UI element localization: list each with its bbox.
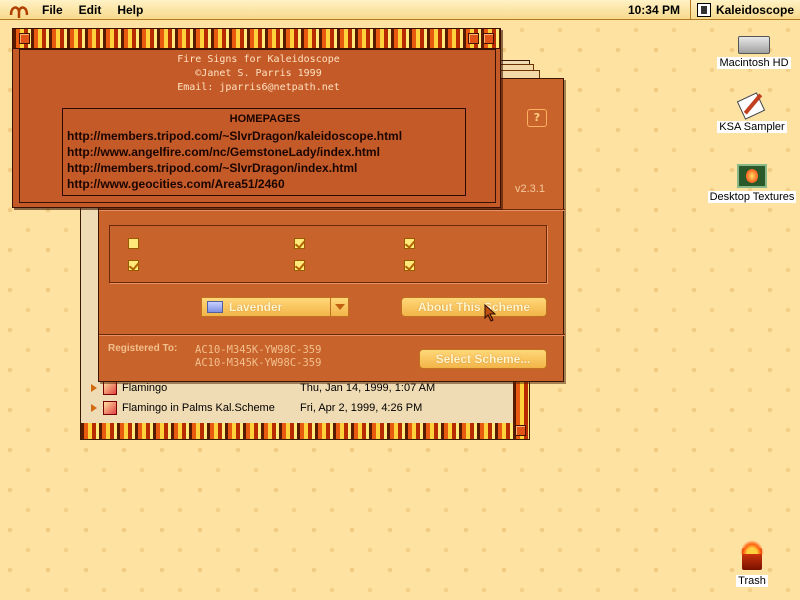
kaleidoscope-app-icon	[696, 2, 711, 17]
scheme-file-icon	[103, 401, 117, 415]
application-menu[interactable]: Kaleidoscope	[691, 2, 800, 17]
credit-line: Fire Signs for Kaleidoscope	[177, 54, 340, 65]
option-checkbox[interactable]	[404, 238, 415, 249]
homepage-link[interactable]: http://www.angelfire.com/nc/GemstoneLady…	[67, 145, 380, 159]
ksa-sampler-icon	[737, 90, 767, 118]
divider	[99, 209, 565, 210]
file-name: Flamingo in Palms Kal.Scheme	[122, 402, 275, 414]
credit-line: Email: jparris6@netpath.net	[177, 82, 340, 93]
select-scheme-button[interactable]: Select Scheme...	[419, 349, 547, 369]
about-content: Fire Signs for Kaleidoscope ©Janet S. Pa…	[19, 49, 496, 203]
about-title-bar[interactable]	[13, 29, 500, 49]
menu-bar: File Edit Help 10:34 PM Kaleidoscope	[0, 0, 800, 20]
homepage-link[interactable]: http://members.tripod.com/~SlvrDragon/in…	[67, 161, 357, 175]
scheme-popup-label: Lavender	[229, 300, 283, 314]
grow-box-icon[interactable]	[515, 425, 526, 436]
flaming-trash-icon	[738, 540, 766, 572]
registration-code: AC10-M345K-YW98C-359	[195, 344, 322, 356]
aries-apple-icon[interactable]	[8, 1, 30, 19]
disclosure-triangle-icon[interactable]	[91, 384, 97, 392]
file-name: Flamingo	[122, 382, 168, 394]
desktop-icon-ksa-sampler[interactable]: KSA Sampler	[714, 90, 790, 133]
divider	[99, 334, 565, 335]
option-checkbox[interactable]	[128, 238, 139, 249]
about-scheme-button[interactable]: About This Scheme	[401, 297, 547, 317]
homepages-title: HOMEPAGES	[229, 113, 301, 125]
finder-horizontal-scrollbar[interactable]	[81, 423, 529, 439]
desktop-textures-icon	[737, 164, 767, 188]
homepages-box: HOMEPAGES http://members.tripod.com/~Slv…	[62, 108, 466, 196]
desktop-icon-macintosh-hd[interactable]: Macintosh HD	[716, 36, 792, 69]
options-group	[109, 225, 547, 283]
list-item[interactable]: Flamingo in Palms Kal.Scheme Fri, Apr 2,…	[91, 399, 496, 417]
menu-help[interactable]: Help	[117, 3, 143, 17]
homepage-link[interactable]: http://members.tripod.com/~SlvrDragon/ka…	[67, 129, 402, 143]
registered-to-label: Registered To:	[108, 343, 178, 354]
desktop-icon-label: KSA Sampler	[717, 121, 787, 133]
about-window: Fire Signs for Kaleidoscope ©Janet S. Pa…	[12, 28, 501, 208]
scheme-swatch-icon	[207, 301, 223, 313]
mouse-cursor-icon	[484, 304, 497, 322]
file-date: Thu, Jan 14, 1999, 1:07 AM	[300, 382, 436, 394]
chevron-down-icon[interactable]	[330, 298, 348, 316]
disclosure-triangle-icon[interactable]	[91, 404, 97, 412]
option-checkbox[interactable]	[294, 260, 305, 271]
color-scheme-popup[interactable]: Lavender	[201, 297, 349, 317]
menu-clock[interactable]: 10:34 PM	[618, 3, 690, 17]
version-label: v2.3.1	[515, 183, 545, 195]
zoom-box-icon[interactable]	[468, 33, 479, 44]
close-box-icon[interactable]	[19, 33, 30, 44]
menu-edit[interactable]: Edit	[79, 3, 102, 17]
option-checkbox[interactable]	[128, 260, 139, 271]
hard-disk-icon	[738, 36, 770, 54]
active-app-name: Kaleidoscope	[715, 2, 794, 17]
desktop-icon-label: Macintosh HD	[717, 57, 791, 69]
collapse-box-icon[interactable]	[483, 33, 494, 44]
desktop-icon-desktop-textures[interactable]: Desktop Textures	[706, 164, 798, 203]
desktop-icon-label: Desktop Textures	[707, 191, 797, 203]
homepage-link[interactable]: http://www.geocities.com/Area51/2460	[67, 177, 285, 191]
scheme-file-icon	[103, 381, 117, 395]
menu-right-area: 10:34 PM Kaleidoscope	[618, 0, 800, 20]
registration-code: AC10-M345K-YW98C-359	[195, 357, 322, 369]
desktop-icon-trash[interactable]: Trash	[730, 540, 774, 587]
credit-line: ©Janet S. Parris 1999	[195, 68, 322, 79]
option-checkbox[interactable]	[404, 260, 415, 271]
help-button[interactable]: ?	[527, 109, 547, 127]
file-date: Fri, Apr 2, 1999, 4:26 PM	[300, 402, 423, 414]
menu-file[interactable]: File	[42, 3, 63, 17]
desktop-icon-label: Trash	[736, 575, 768, 587]
option-checkbox[interactable]	[294, 238, 305, 249]
